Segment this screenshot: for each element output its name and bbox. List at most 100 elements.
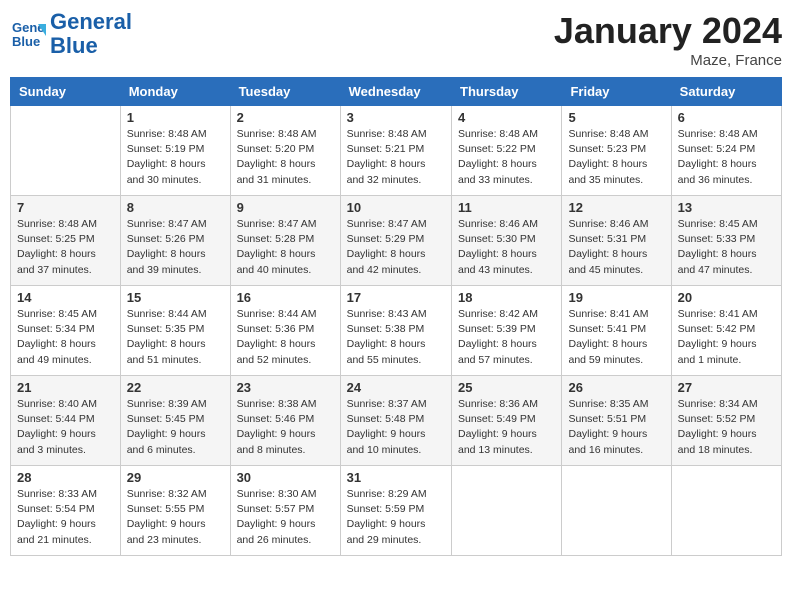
day-number: 16 [237,290,334,305]
day-info: Sunrise: 8:48 AMSunset: 5:21 PMDaylight:… [347,127,445,188]
day-number: 13 [678,200,775,215]
day-info: Sunrise: 8:33 AMSunset: 5:54 PMDaylight:… [17,487,114,548]
day-info: Sunrise: 8:30 AMSunset: 5:57 PMDaylight:… [237,487,334,548]
day-number: 5 [568,110,664,125]
day-cell: 8 Sunrise: 8:47 AMSunset: 5:26 PMDaylight… [120,196,230,286]
day-number: 21 [17,380,114,395]
day-info: Sunrise: 8:48 AMSunset: 5:22 PMDaylight:… [458,127,555,188]
calendar-header: SundayMondayTuesdayWednesdayThursdayFrid… [11,78,782,106]
day-number: 15 [127,290,224,305]
logo-text: General Blue [50,10,132,58]
header-row: SundayMondayTuesdayWednesdayThursdayFrid… [11,78,782,106]
day-info: Sunrise: 8:47 AMSunset: 5:26 PMDaylight:… [127,217,224,278]
day-cell: 26 Sunrise: 8:35 AMSunset: 5:51 PMDayligh… [562,376,671,466]
title-area: January 2024 Maze, France [554,10,782,69]
day-cell: 23 Sunrise: 8:38 AMSunset: 5:46 PMDayligh… [230,376,340,466]
day-cell: 4 Sunrise: 8:48 AMSunset: 5:22 PMDaylight… [452,106,562,196]
day-info: Sunrise: 8:48 AMSunset: 5:19 PMDaylight:… [127,127,224,188]
day-cell: 20 Sunrise: 8:41 AMSunset: 5:42 PMDayligh… [671,286,781,376]
day-number: 8 [127,200,224,215]
day-number: 26 [568,380,664,395]
day-cell: 3 Sunrise: 8:48 AMSunset: 5:21 PMDaylight… [340,106,451,196]
day-cell: 29 Sunrise: 8:32 AMSunset: 5:55 PMDayligh… [120,466,230,556]
day-number: 20 [678,290,775,305]
day-info: Sunrise: 8:48 AMSunset: 5:20 PMDaylight:… [237,127,334,188]
day-info: Sunrise: 8:35 AMSunset: 5:51 PMDaylight:… [568,397,664,458]
calendar-table: SundayMondayTuesdayWednesdayThursdayFrid… [10,77,782,556]
day-cell: 14Sunrise: 8:45 AMSunset: 5:34 PMDayligh… [11,286,121,376]
day-cell: 15 Sunrise: 8:44 AMSunset: 5:35 PMDayligh… [120,286,230,376]
day-number: 10 [347,200,445,215]
day-number: 1 [127,110,224,125]
day-cell: 22Sunrise: 8:39 AMSunset: 5:45 PMDayligh… [120,376,230,466]
day-cell: 16 Sunrise: 8:44 AMSunset: 5:36 PMDayligh… [230,286,340,376]
day-info: Sunrise: 8:46 AMSunset: 5:30 PMDaylight:… [458,217,555,278]
day-number: 2 [237,110,334,125]
day-cell: 11Sunrise: 8:46 AMSunset: 5:30 PMDayligh… [452,196,562,286]
day-info: Sunrise: 8:47 AMSunset: 5:28 PMDaylight:… [237,217,334,278]
day-info: Sunrise: 8:48 AMSunset: 5:23 PMDaylight:… [568,127,664,188]
logo-line1: General [50,9,132,34]
day-cell: 17 Sunrise: 8:43 AMSunset: 5:38 PMDayligh… [340,286,451,376]
day-info: Sunrise: 8:45 AMSunset: 5:34 PMDaylight:… [17,307,114,368]
day-number: 29 [127,470,224,485]
day-cell [452,466,562,556]
day-info: Sunrise: 8:45 AMSunset: 5:33 PMDaylight:… [678,217,775,278]
day-number: 4 [458,110,555,125]
day-cell: 12 Sunrise: 8:46 AMSunset: 5:31 PMDayligh… [562,196,671,286]
day-number: 12 [568,200,664,215]
day-cell: 1 Sunrise: 8:48 AMSunset: 5:19 PMDaylight… [120,106,230,196]
day-number: 3 [347,110,445,125]
day-cell: 10 Sunrise: 8:47 AMSunset: 5:29 PMDayligh… [340,196,451,286]
day-cell: 25Sunrise: 8:36 AMSunset: 5:49 PMDayligh… [452,376,562,466]
day-info: Sunrise: 8:41 AMSunset: 5:41 PMDaylight:… [568,307,664,368]
day-cell: 30 Sunrise: 8:30 AMSunset: 5:57 PMDayligh… [230,466,340,556]
logo-line2: Blue [50,33,98,58]
day-cell: 21 Sunrise: 8:40 AMSunset: 5:44 PMDayligh… [11,376,121,466]
day-number: 24 [347,380,445,395]
day-info: Sunrise: 8:44 AMSunset: 5:36 PMDaylight:… [237,307,334,368]
day-number: 19 [568,290,664,305]
week-row-2: 7 Sunrise: 8:48 AMSunset: 5:25 PMDaylight… [11,196,782,286]
day-info: Sunrise: 8:37 AMSunset: 5:48 PMDaylight:… [347,397,445,458]
header-wednesday: Wednesday [340,78,451,106]
logo: General Blue General Blue [10,10,132,58]
day-info: Sunrise: 8:38 AMSunset: 5:46 PMDaylight:… [237,397,334,458]
day-info: Sunrise: 8:41 AMSunset: 5:42 PMDaylight:… [678,307,775,368]
day-number: 23 [237,380,334,395]
week-row-4: 21 Sunrise: 8:40 AMSunset: 5:44 PMDayligh… [11,376,782,466]
header-saturday: Saturday [671,78,781,106]
day-cell: 2 Sunrise: 8:48 AMSunset: 5:20 PMDaylight… [230,106,340,196]
day-info: Sunrise: 8:43 AMSunset: 5:38 PMDaylight:… [347,307,445,368]
day-number: 17 [347,290,445,305]
day-cell: 19 Sunrise: 8:41 AMSunset: 5:41 PMDayligh… [562,286,671,376]
day-number: 27 [678,380,775,395]
day-number: 18 [458,290,555,305]
day-cell: 6Sunrise: 8:48 AMSunset: 5:24 PMDaylight… [671,106,781,196]
week-row-1: 1 Sunrise: 8:48 AMSunset: 5:19 PMDaylight… [11,106,782,196]
logo-icon: General Blue [10,16,46,52]
day-info: Sunrise: 8:48 AMSunset: 5:25 PMDaylight:… [17,217,114,278]
day-info: Sunrise: 8:32 AMSunset: 5:55 PMDaylight:… [127,487,224,548]
day-number: 31 [347,470,445,485]
page-header: General Blue General Blue January 2024 M… [10,10,782,69]
day-info: Sunrise: 8:36 AMSunset: 5:49 PMDaylight:… [458,397,555,458]
day-info: Sunrise: 8:46 AMSunset: 5:31 PMDaylight:… [568,217,664,278]
day-number: 22 [127,380,224,395]
header-thursday: Thursday [452,78,562,106]
week-row-5: 28Sunrise: 8:33 AMSunset: 5:54 PMDayligh… [11,466,782,556]
day-info: Sunrise: 8:47 AMSunset: 5:29 PMDaylight:… [347,217,445,278]
day-info: Sunrise: 8:34 AMSunset: 5:52 PMDaylight:… [678,397,775,458]
day-cell: 18 Sunrise: 8:42 AMSunset: 5:39 PMDayligh… [452,286,562,376]
location: Maze, France [554,52,782,69]
day-number: 30 [237,470,334,485]
day-info: Sunrise: 8:40 AMSunset: 5:44 PMDaylight:… [17,397,114,458]
svg-text:Blue: Blue [12,34,40,49]
day-info: Sunrise: 8:29 AMSunset: 5:59 PMDaylight:… [347,487,445,548]
day-number: 7 [17,200,114,215]
day-info: Sunrise: 8:42 AMSunset: 5:39 PMDaylight:… [458,307,555,368]
day-info: Sunrise: 8:44 AMSunset: 5:35 PMDaylight:… [127,307,224,368]
day-cell: 5 Sunrise: 8:48 AMSunset: 5:23 PMDaylight… [562,106,671,196]
day-cell: 28Sunrise: 8:33 AMSunset: 5:54 PMDayligh… [11,466,121,556]
calendar-body: 1 Sunrise: 8:48 AMSunset: 5:19 PMDaylight… [11,106,782,556]
